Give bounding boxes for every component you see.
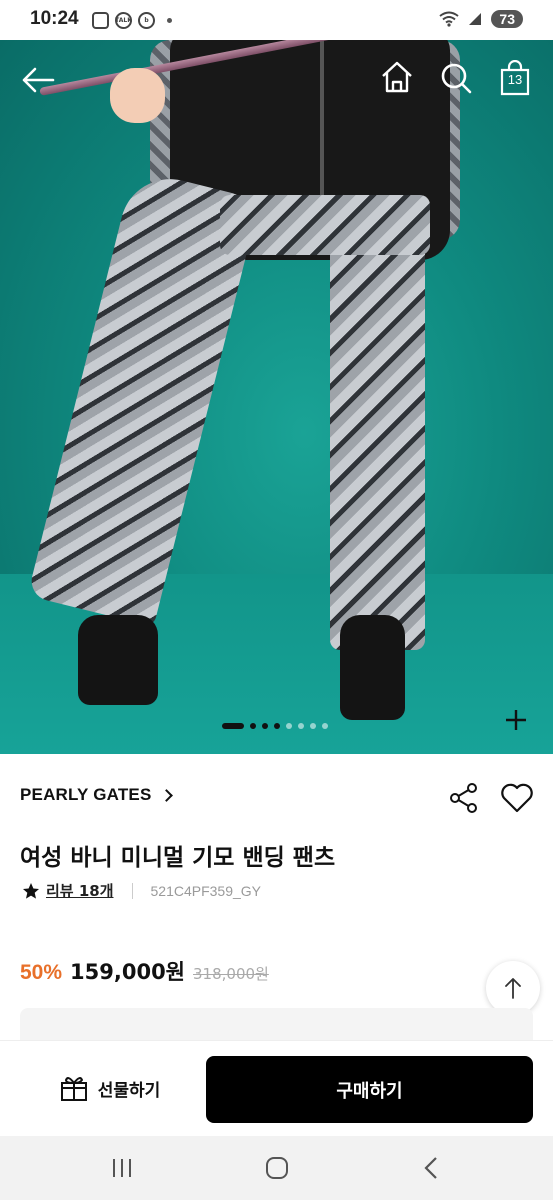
battery-icon: 73 [491,10,523,28]
original-price: 318,000원 [193,965,269,983]
home-circle-icon [266,1157,288,1179]
gallery-icon [92,12,109,29]
gallery-pagination [222,723,328,729]
product-title: 여성 바니 미니멀 기모 밴딩 팬츠 [20,845,336,871]
back-nav-button[interactable] [416,1154,446,1182]
review-count-link[interactable]: 리뷰 18개 [46,880,114,901]
gift-button[interactable]: 선물하기 [30,1061,190,1115]
brand-link[interactable]: PEARLY GATES [20,785,173,805]
page-dot[interactable] [298,723,304,729]
price-row: 50% 159,000원 318,000원 [20,956,269,986]
page-dot[interactable] [310,723,316,729]
back-arrow-icon [22,67,55,93]
page-dot[interactable] [222,723,244,729]
gift-label: 선물하기 [97,1080,161,1101]
arrow-up-icon [505,978,521,999]
system-navigation-bar [0,1136,553,1200]
notification-icons: TALK b [92,12,172,29]
bottom-action-bar: 선물하기 구매하기 [0,1040,553,1136]
boot-left [78,615,158,705]
pants-waist [220,195,430,255]
system-icons: 73 [439,10,523,28]
status-time: 10:24 [30,8,79,29]
buy-button[interactable]: 구매하기 [206,1056,533,1123]
share-icon [450,783,477,813]
model-hand [110,68,165,123]
home-nav-button[interactable] [262,1154,292,1182]
recent-apps-icon [113,1159,131,1177]
recent-apps-button[interactable] [107,1154,137,1182]
page-dot[interactable] [286,723,292,729]
pants-leg-right [330,200,425,650]
more-notifications-dot [167,18,172,23]
signal-icon [469,13,482,25]
page-dot[interactable] [250,723,256,729]
product-sku: 521C4PF359_GY [150,882,262,899]
talk-icon: TALK [115,12,132,29]
boot-right [340,615,405,720]
home-button[interactable] [378,58,416,96]
star-icon [23,882,39,899]
heart-icon [501,783,533,813]
wishlist-button[interactable] [500,782,534,814]
wifi-icon [439,11,460,27]
chevron-right-icon [159,788,173,802]
brand-name: PEARLY GATES [20,785,152,804]
battery-level: 73 [499,11,515,27]
divider [131,882,133,899]
share-button[interactable] [448,782,480,814]
expand-image-button[interactable] [500,704,532,736]
home-icon [382,61,412,93]
b-app-icon: b [138,12,155,29]
sale-price: 159,000원 [70,960,185,984]
back-button[interactable] [18,62,58,98]
search-button[interactable] [436,58,476,98]
scroll-to-top-button[interactable] [486,961,540,1015]
discount-rate: 50% [20,961,63,984]
page-dot[interactable] [262,723,268,729]
shopping-bag-button[interactable]: 13 [496,58,534,98]
status-bar: 10:24 TALK b 73 [0,0,553,40]
chevron-left-icon [424,1157,437,1179]
search-icon [441,63,472,94]
cart-count-badge: 13 [507,72,523,87]
product-image-gallery[interactable]: 13 [0,40,553,754]
review-row: 리뷰 18개 521C4PF359_GY [22,880,261,901]
plus-icon [506,710,526,730]
page-dot[interactable] [274,723,280,729]
page-dot[interactable] [322,723,328,729]
gift-icon [60,1077,87,1101]
